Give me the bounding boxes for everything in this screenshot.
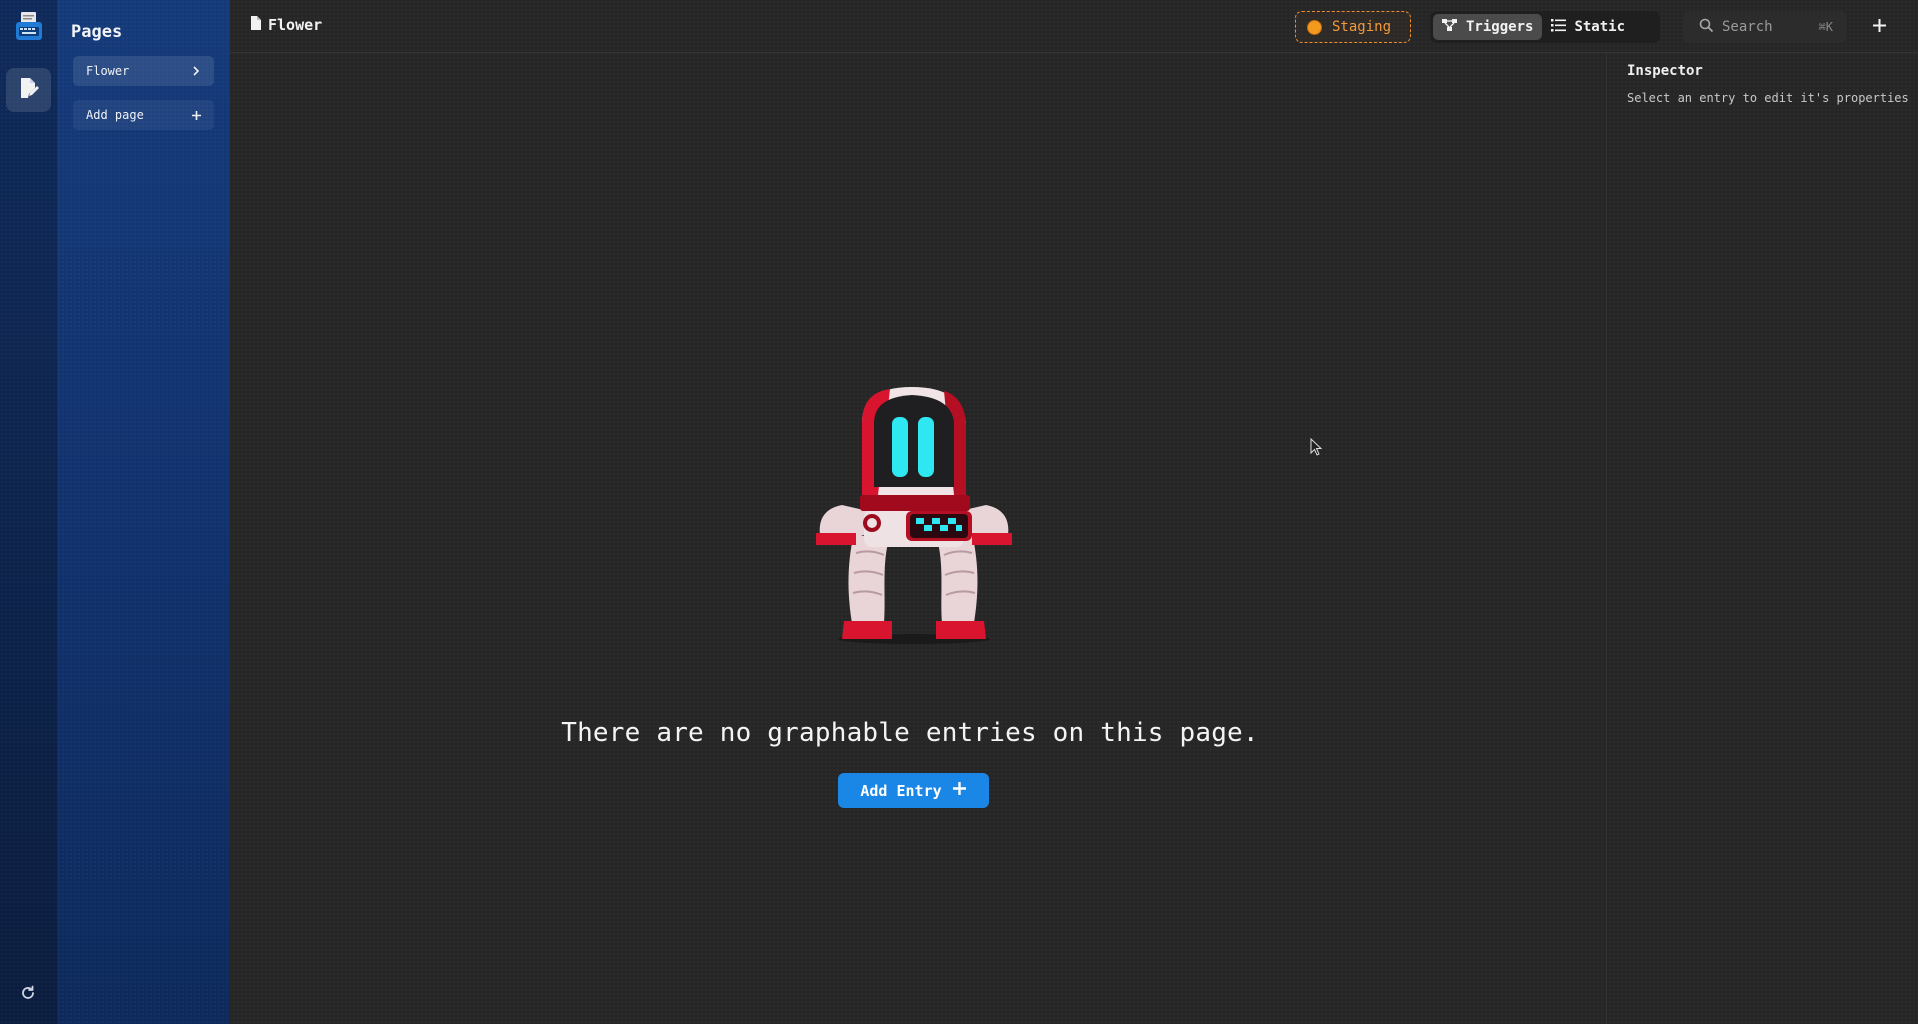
- tab-triggers[interactable]: Triggers: [1433, 14, 1543, 40]
- search-placeholder: Search: [1722, 19, 1773, 35]
- file-icon: [250, 16, 261, 34]
- plus-icon: [190, 109, 202, 121]
- tab-triggers-label: Triggers: [1466, 19, 1534, 35]
- add-entry-button[interactable]: Add Entry: [838, 773, 989, 808]
- environment-label: Staging: [1332, 19, 1392, 35]
- empty-state-message: There are no graphable entries on this p…: [561, 718, 1259, 748]
- inspector-hint: Select an entry to edit it's properties: [1627, 91, 1909, 105]
- search-icon: [1699, 18, 1714, 37]
- refresh-button[interactable]: [17, 984, 39, 1006]
- breadcrumb-page[interactable]: Flower: [268, 16, 322, 34]
- graph-icon: [1442, 18, 1458, 36]
- file-edit-icon: [19, 77, 39, 103]
- breadcrumb: Flower: [250, 16, 322, 34]
- refresh-icon: [20, 985, 36, 1005]
- sidebar-title: Pages: [71, 22, 123, 42]
- sidebar-item-flower[interactable]: Flower: [73, 56, 214, 86]
- chevron-right-icon: [190, 65, 202, 77]
- sidebar-item-label: Flower: [86, 64, 130, 78]
- mouse-cursor-icon: [1310, 437, 1324, 458]
- inspector-title: Inspector: [1627, 63, 1703, 79]
- top-bar: Flower Staging Triggers Static Search ⌘K: [230, 0, 1918, 53]
- environment-button[interactable]: Staging: [1295, 11, 1411, 43]
- add-page-button[interactable]: Add page: [73, 100, 214, 130]
- search-shortcut: ⌘K: [1818, 20, 1833, 34]
- pages-sidebar: Pages Flower Add page: [57, 0, 230, 1024]
- robot-illustration: [812, 383, 1016, 645]
- tab-static-label: Static: [1574, 19, 1626, 35]
- inspector-panel: Inspector Select an entry to edit it's p…: [1606, 54, 1918, 1024]
- icon-rail: [0, 0, 57, 1024]
- view-toggle: Triggers Static: [1430, 11, 1660, 43]
- add-page-label: Add page: [86, 108, 144, 122]
- list-icon: [1551, 18, 1567, 36]
- app-logo[interactable]: [12, 10, 46, 44]
- environment-status-icon: [1307, 19, 1322, 35]
- plus-icon: [952, 781, 967, 800]
- tab-static[interactable]: Static: [1542, 14, 1634, 40]
- plus-icon: [1872, 18, 1887, 37]
- add-entry-label: Add Entry: [860, 781, 942, 800]
- search-box[interactable]: Search ⌘K: [1683, 11, 1847, 43]
- add-button[interactable]: [1868, 16, 1890, 38]
- pages-nav-button[interactable]: [6, 68, 51, 112]
